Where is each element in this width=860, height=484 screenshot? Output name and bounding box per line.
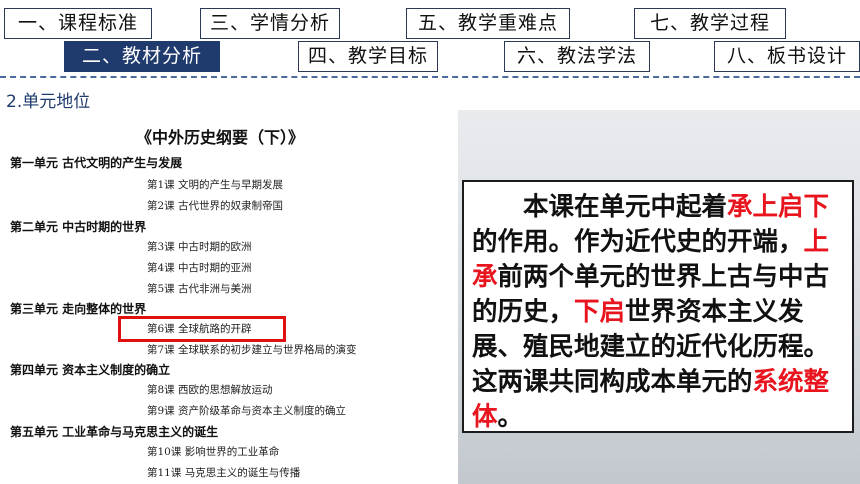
- section-heading: 2.单元地位: [6, 92, 91, 112]
- unit-title: 第二单元 中古时期的世界: [10, 220, 147, 234]
- nav-teaching-process[interactable]: 七、教学过程: [634, 8, 786, 39]
- lesson-item: 第11课 马克思主义的诞生与传播: [147, 467, 301, 479]
- lesson-item: 第4课 中古时期的亚洲: [147, 262, 252, 274]
- lesson-item: 第1课 文明的产生与早期发展: [147, 179, 284, 191]
- summary-segment: 本课在单元中起着: [523, 192, 728, 222]
- lesson-item: 第3课 中古时期的欧洲: [147, 241, 252, 253]
- nav-teaching-objectives[interactable]: 四、教学目标: [298, 41, 438, 72]
- lesson-item: 第7课 全球联系的初步建立与世界格局的演变: [147, 344, 357, 356]
- summary-text: 本课在单元中起着承上启下的作用。作为近代史的开端，上承前两个单元的世界上古与中古…: [472, 190, 848, 435]
- unit-title: 第三单元 走向整体的世界: [10, 302, 147, 316]
- unit-title: 第一单元 古代文明的产生与发展: [10, 156, 183, 170]
- lesson-highlight-box: [118, 316, 286, 342]
- lesson-item: 第9课 资产阶级革命与资本主义制度的确立: [147, 405, 347, 417]
- lesson-item: 第5课 古代非洲与美洲: [147, 283, 252, 295]
- nav-divider: [0, 76, 860, 78]
- nav-textbook-analysis[interactable]: 二、教材分析: [64, 41, 220, 72]
- textbook-contents: 《中外历史纲要（下）》 第一单元 古代文明的产生与发展 第1课 文明的产生与早期…: [0, 110, 458, 484]
- nav-learner-analysis[interactable]: 三、学情分析: [200, 8, 340, 39]
- book-title: 《中外历史纲要（下）》: [135, 128, 304, 147]
- nav-course-standards[interactable]: 一、课程标准: [4, 8, 152, 39]
- summary-segment: 。: [497, 402, 524, 432]
- summary-emphasis: 下启: [574, 297, 626, 327]
- lesson-item: 第10课 影响世界的工业革命: [147, 446, 280, 458]
- summary-emphasis: 承上启下: [727, 192, 830, 222]
- summary-box: 本课在单元中起着承上启下的作用。作为近代史的开端，上承前两个单元的世界上古与中古…: [462, 180, 854, 433]
- lesson-item: 第8课 西欧的思想解放运动: [147, 384, 273, 396]
- nav-blackboard-design[interactable]: 八、板书设计: [714, 41, 860, 72]
- unit-title: 第四单元 资本主义制度的确立: [10, 363, 171, 377]
- nav-key-difficulties[interactable]: 五、教学重难点: [406, 8, 570, 39]
- nav-teaching-methods[interactable]: 六、教法学法: [504, 41, 650, 72]
- lesson-item: 第2课 古代世界的奴隶制帝国: [147, 200, 284, 212]
- summary-segment: 的作用。作为近代史的开端，: [472, 227, 804, 257]
- unit-title: 第五单元 工业革命与马克思主义的诞生: [10, 425, 219, 439]
